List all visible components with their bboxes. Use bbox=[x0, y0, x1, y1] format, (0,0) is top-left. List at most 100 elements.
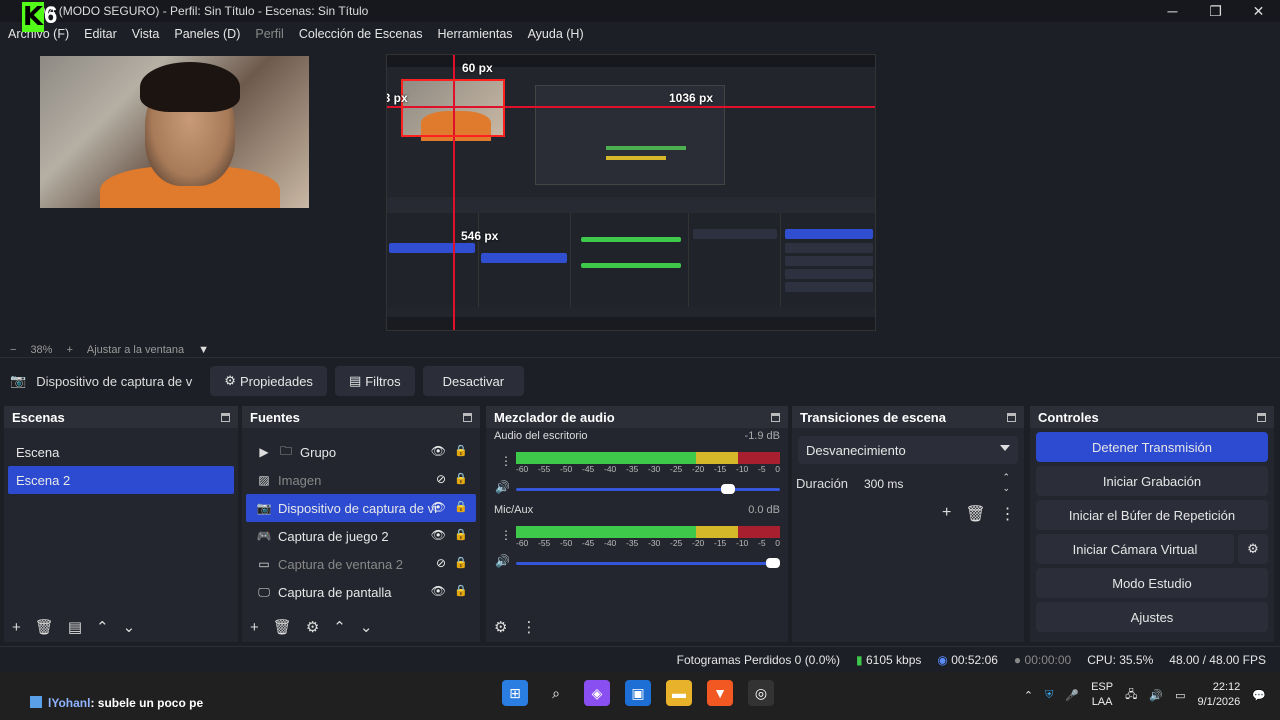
clock[interactable]: 22:12 9/1/2026 bbox=[1197, 680, 1240, 710]
lock-icon[interactable]: 🔒 bbox=[454, 444, 468, 457]
eye-icon[interactable]: 👁 bbox=[431, 528, 446, 542]
screen-capture-source[interactable]: 60 px 43 px 1036 px 546 px bbox=[386, 54, 876, 331]
chevron-up-icon[interactable]: ⌃ bbox=[333, 618, 346, 636]
more-options-icon[interactable]: ⋮ bbox=[500, 528, 512, 542]
menu-herramientas[interactable]: Herramientas bbox=[438, 27, 513, 41]
deactivate-label: Desactivar bbox=[442, 373, 505, 389]
float-dock-icon[interactable] bbox=[771, 412, 780, 422]
notifications-icon[interactable]: 💬 bbox=[1252, 689, 1266, 702]
chevron-up-icon[interactable]: ⌃ bbox=[96, 618, 109, 636]
more-options-icon[interactable]: ⋮ bbox=[1000, 504, 1016, 524]
selected-source-bounding-box[interactable] bbox=[401, 79, 505, 137]
filter-icon[interactable]: ▤ bbox=[68, 618, 82, 636]
menu-coleccion[interactable]: Colección de Escenas bbox=[299, 27, 423, 41]
webcam-feed[interactable] bbox=[40, 56, 309, 208]
microphone-icon[interactable]: 🎤 bbox=[1065, 689, 1079, 702]
zoom-bar: − 38% + Ajustar a la ventana ▼ bbox=[0, 342, 1280, 358]
brave-icon[interactable]: ▼ bbox=[707, 680, 733, 706]
lock-icon[interactable]: 🔒 bbox=[454, 584, 468, 597]
speaker-icon[interactable]: 🔊 bbox=[495, 480, 510, 494]
scene-item-active[interactable]: Escena 2 bbox=[8, 466, 234, 494]
stop-streaming-button[interactable]: Detener Transmisión bbox=[1036, 432, 1268, 462]
maximize-button[interactable]: ❐ bbox=[1194, 0, 1237, 22]
source-item-grupo[interactable]: ▶ 🗀 Grupo 👁 🔒 bbox=[246, 438, 476, 466]
start-recording-button[interactable]: Iniciar Grabación bbox=[1036, 466, 1268, 496]
chevron-right-icon[interactable]: ▶ bbox=[256, 445, 272, 459]
slider-knob[interactable] bbox=[721, 484, 736, 494]
volume-meter bbox=[516, 526, 780, 538]
float-dock-icon[interactable] bbox=[1007, 412, 1016, 422]
deactivate-button[interactable]: Desactivar bbox=[422, 366, 525, 396]
menu-editar[interactable]: Editar bbox=[84, 27, 117, 41]
menu-vista[interactable]: Vista bbox=[132, 27, 160, 41]
menu-perfil[interactable]: Perfil bbox=[255, 27, 283, 41]
add-icon[interactable]: + bbox=[250, 619, 259, 636]
trash-icon[interactable]: 🗑 bbox=[35, 618, 54, 636]
source-item-captura-pantalla[interactable]: 🖵 Captura de pantalla 👁 🔒 bbox=[246, 578, 476, 606]
search-icon[interactable]: ⌕ bbox=[543, 680, 569, 706]
settings-button[interactable]: Ajustes bbox=[1036, 602, 1268, 632]
source-item-captura-dispositivo[interactable]: 📷 Dispositivo de captura de vi 👁 🔒 bbox=[246, 494, 476, 522]
lock-icon[interactable]: 🔒 bbox=[454, 472, 468, 485]
lock-icon[interactable]: 🔒 bbox=[454, 528, 468, 541]
properties-button[interactable]: ⚙ Propiedades bbox=[210, 366, 327, 396]
source-item-captura-ventana[interactable]: ▭ Captura de ventana 2 ⊘ 🔒 bbox=[246, 550, 476, 578]
more-options-icon[interactable]: ⋮ bbox=[521, 618, 536, 636]
gear-icon[interactable]: ⚙ bbox=[494, 618, 507, 636]
eye-hidden-icon[interactable]: ⊘ bbox=[436, 556, 446, 570]
shield-icon[interactable]: ⛨ bbox=[1045, 689, 1053, 702]
more-options-icon[interactable]: ⋮ bbox=[500, 454, 512, 468]
zoom-fit-select[interactable]: Ajustar a la ventana bbox=[87, 344, 184, 356]
battery-icon[interactable]: ▭ bbox=[1175, 689, 1185, 702]
stepper-icon[interactable]: ⌃ ⌄ bbox=[1002, 472, 1010, 494]
eye-icon[interactable]: 👁 bbox=[431, 584, 446, 598]
folder-icon[interactable]: ▬ bbox=[666, 680, 692, 706]
float-dock-icon[interactable] bbox=[463, 412, 472, 422]
slider-knob[interactable] bbox=[766, 558, 780, 568]
chevron-up-icon[interactable]: ⌃ bbox=[1024, 689, 1033, 702]
start-virtual-camera-button[interactable]: Iniciar Cámara Virtual bbox=[1036, 534, 1234, 564]
start-replay-buffer-button[interactable]: Iniciar el Búfer de Repetición bbox=[1036, 500, 1268, 530]
copilot-icon[interactable]: ◈ bbox=[584, 680, 610, 706]
chevron-down-icon[interactable]: ⌄ bbox=[123, 618, 136, 636]
volume-icon[interactable]: 🔊 bbox=[1149, 689, 1163, 702]
studio-mode-button[interactable]: Modo Estudio bbox=[1036, 568, 1268, 598]
float-dock-icon[interactable] bbox=[221, 412, 230, 422]
close-button[interactable]: ✕ bbox=[1237, 0, 1280, 22]
scene-item[interactable]: Escena bbox=[8, 438, 234, 466]
lock-icon[interactable]: 🔒 bbox=[454, 556, 468, 569]
chevron-down-icon[interactable]: ⌄ bbox=[360, 618, 373, 636]
source-item-imagen[interactable]: ▨ Imagen ⊘ 🔒 bbox=[246, 466, 476, 494]
menu-paneles[interactable]: Paneles (D) bbox=[174, 27, 240, 41]
eye-icon[interactable]: 👁 bbox=[431, 500, 446, 514]
volume-slider[interactable] bbox=[516, 558, 780, 568]
trash-icon[interactable]: 🗑 bbox=[273, 618, 292, 636]
gear-icon[interactable]: ⚙ bbox=[306, 618, 319, 636]
menu-ayuda[interactable]: Ayuda (H) bbox=[528, 27, 584, 41]
duration-input[interactable]: 300 ms ⌃ ⌄ bbox=[856, 470, 1018, 498]
speaker-icon[interactable]: 🔊 bbox=[495, 554, 510, 568]
trash-icon[interactable]: 🗑 bbox=[965, 504, 985, 524]
network-icon[interactable]: 🖧 bbox=[1125, 686, 1137, 705]
minimize-button[interactable]: ─ bbox=[1151, 0, 1194, 22]
eye-icon[interactable]: 👁 bbox=[431, 444, 446, 458]
obs-icon[interactable]: ◎ bbox=[748, 680, 774, 706]
source-item-captura-juego[interactable]: 🎮 Captura de juego 2 👁 🔒 bbox=[246, 522, 476, 550]
transition-select[interactable]: Desvanecimiento bbox=[798, 436, 1018, 464]
lock-icon[interactable]: 🔒 bbox=[454, 500, 468, 513]
float-dock-icon[interactable] bbox=[1257, 412, 1266, 422]
scenes-footer: + 🗑 ▤ ⌃ ⌄ bbox=[4, 612, 238, 642]
guide-label-bottom: 546 px bbox=[461, 229, 499, 243]
eye-hidden-icon[interactable]: ⊘ bbox=[436, 472, 446, 486]
add-icon[interactable]: + bbox=[12, 619, 21, 636]
add-icon[interactable]: + bbox=[942, 504, 951, 524]
zoom-in-button[interactable]: + bbox=[66, 344, 72, 356]
filters-button[interactable]: ▤ Filtros bbox=[334, 366, 415, 396]
gear-icon[interactable]: ⚙ bbox=[1238, 534, 1268, 564]
store-icon[interactable]: ▣ bbox=[625, 680, 651, 706]
language-indicator[interactable]: ESP LAA bbox=[1091, 680, 1113, 710]
windows-start-icon[interactable]: ⊞ bbox=[502, 680, 528, 706]
zoom-out-button[interactable]: − bbox=[10, 344, 16, 356]
chevron-down-icon[interactable]: ▼ bbox=[198, 344, 209, 356]
volume-slider[interactable] bbox=[516, 484, 780, 494]
